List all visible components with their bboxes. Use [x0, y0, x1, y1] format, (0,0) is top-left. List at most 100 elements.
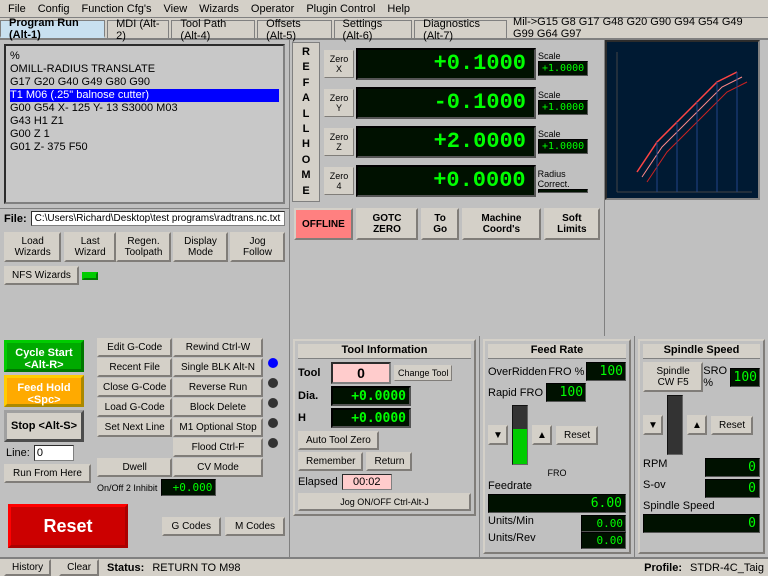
spindle-reset-btn[interactable]: Reset	[711, 416, 753, 435]
menu-plugin-control[interactable]: Plugin Control	[300, 2, 381, 16]
sov-label: S-ov	[643, 479, 666, 498]
dro-a-display: +0.0000	[356, 165, 536, 197]
spindle-speed-value: 0	[643, 514, 760, 533]
m1-optional-btn[interactable]: M1 Optional Stop	[173, 418, 262, 437]
change-tool-btn[interactable]: Change Tool	[394, 365, 452, 381]
reverse-run-btn[interactable]: Reverse Run	[173, 378, 262, 397]
tab-tool-path[interactable]: Tool Path (Alt-4)	[171, 20, 255, 38]
sro-label: SRO %	[703, 365, 729, 389]
close-gcode-btn[interactable]: Close G-Code	[97, 378, 172, 397]
dro-x-display: +0.1000	[356, 48, 536, 80]
3d-view	[605, 40, 760, 200]
nfs-active-indicator[interactable]	[82, 272, 98, 280]
tab-bar: Program Run (Alt-1) MDI (Alt-2) Tool Pat…	[0, 18, 768, 40]
last-wizard-btn[interactable]: Last Wizard	[64, 232, 116, 262]
jog-on-off-btn[interactable]: Jog ON/OFF Ctrl-Alt-J	[298, 493, 471, 511]
fro-reset-btn[interactable]: Reset	[556, 426, 598, 445]
tab-diagnostics[interactable]: Diagnostics (Alt-7)	[414, 20, 507, 38]
menu-config[interactable]: Config	[32, 2, 76, 16]
dro-y-display: -0.1000	[356, 87, 536, 119]
offline-btn[interactable]: OFFLINE	[294, 208, 353, 240]
cv-mode-btn[interactable]: CV Mode	[173, 458, 262, 477]
rewind-btn[interactable]: Rewind Ctrl-W	[173, 338, 262, 357]
menu-help[interactable]: Help	[381, 2, 416, 16]
units-rev-label: Units/Rev	[488, 532, 536, 549]
load-wizards-btn[interactable]: Load Wizards	[4, 232, 61, 262]
fro-up-btn[interactable]: ▲	[532, 425, 552, 445]
h-value: +0.0000	[331, 408, 411, 428]
status-label: Status:	[107, 562, 144, 574]
zero-z-btn[interactable]: ZeroZ	[324, 128, 354, 156]
elapsed-display: 00:02	[342, 474, 392, 490]
fro-down-btn[interactable]: ▼	[488, 425, 508, 445]
tab-program-run[interactable]: Program Run (Alt-1)	[0, 20, 105, 38]
flood-indicator	[268, 438, 278, 448]
recent-file-btn[interactable]: Recent File	[97, 358, 172, 377]
jog-follow-btn[interactable]: Jog Follow	[230, 232, 285, 262]
soft-limits-btn[interactable]: Soft Limits	[544, 208, 600, 240]
spindle-speed-label: Spindle Speed	[643, 500, 715, 512]
dro-z-row: ZeroZ +2.0000 Scale +1.0000	[322, 123, 600, 160]
h-label: H	[298, 412, 328, 424]
load-gcode-btn[interactable]: Load G-Code	[97, 398, 172, 417]
spindle-title: Spindle Speed	[643, 344, 760, 359]
menu-wizards[interactable]: Wizards	[193, 2, 245, 16]
stop-btn[interactable]: Stop <Alt-S>	[4, 410, 84, 442]
units-min-label: Units/Min	[488, 515, 534, 532]
zero-x-btn[interactable]: ZeroX	[324, 50, 354, 78]
cycle-start-btn[interactable]: Cycle Start <Alt-R>	[4, 340, 84, 372]
m-codes-btn[interactable]: M Codes	[225, 517, 285, 536]
rpm-label: RPM	[643, 458, 667, 477]
feed-hold-btn[interactable]: Feed Hold <Spc>	[4, 375, 84, 407]
status-text: RETURN TO M98	[152, 562, 636, 574]
set-next-line-btn[interactable]: Set Next Line	[97, 418, 172, 437]
m1-indicator	[268, 418, 278, 428]
menu-file[interactable]: File	[2, 2, 32, 16]
gcode-display: % OMILL-RADIUS TRANSLATE G17 G20 G40 G49…	[4, 44, 285, 204]
dwell-btn[interactable]: Dwell	[97, 458, 172, 477]
gcode-line: G01 Z- 375 F50	[10, 141, 279, 154]
nfs-wizards-btn[interactable]: NFS Wizards	[4, 266, 79, 285]
edit-gcode-btn[interactable]: Edit G-Code	[97, 338, 172, 357]
clear-btn[interactable]: Clear	[59, 559, 99, 576]
wizard-buttons: Load Wizards Last Wizard	[4, 232, 116, 262]
dro-y-row: ZeroY -0.1000 Scale +1.0000	[322, 84, 600, 121]
spindle-up-btn[interactable]: ▲	[687, 415, 707, 435]
menu-view[interactable]: View	[158, 2, 194, 16]
zero-y-btn[interactable]: ZeroY	[324, 89, 354, 117]
g-codes-btn[interactable]: G Codes	[162, 517, 221, 536]
file-path-row: File:	[0, 208, 289, 228]
menu-operator[interactable]: Operator	[245, 2, 300, 16]
regen-toolpath-btn[interactable]: Regen. Toolpath	[116, 232, 171, 262]
auto-tool-zero-btn[interactable]: Auto Tool Zero	[298, 431, 379, 450]
tab-codes[interactable]: Mil->G15 G8 G17 G48 G20 G90 G94 G54 G49 …	[509, 18, 768, 38]
action-buttons-row: OFFLINE GOTC ZERO To Go Machine Coord's …	[290, 206, 604, 242]
block-delete-btn[interactable]: Block Delete	[173, 398, 262, 417]
return-btn[interactable]: Return	[366, 452, 412, 471]
machine-coords-btn[interactable]: Machine Coord's	[462, 208, 541, 240]
menu-function-cfg[interactable]: Function Cfg's	[76, 2, 158, 16]
reset-btn[interactable]: Reset	[8, 504, 128, 548]
tab-mdi[interactable]: MDI (Alt-2)	[107, 20, 169, 38]
file-path-input[interactable]	[31, 211, 285, 226]
feedrate-value: 6.00	[488, 494, 626, 513]
display-mode-btn[interactable]: Display Mode	[173, 232, 228, 262]
spindle-down-btn[interactable]: ▼	[643, 415, 663, 435]
line-value: 0	[34, 445, 74, 461]
run-from-here-btn[interactable]: Run From Here	[4, 464, 91, 483]
tab-offsets[interactable]: Offsets (Alt-5)	[257, 20, 331, 38]
tool-info-title: Tool Information	[298, 344, 471, 359]
remember-btn[interactable]: Remember	[298, 452, 363, 471]
to-go-btn[interactable]: To Go	[421, 208, 459, 240]
gcode-line: G17 G20 G40 G49 G80 G90	[10, 76, 279, 89]
dro-z-display: +2.0000	[356, 126, 536, 158]
zero-a-btn[interactable]: Zero4	[324, 167, 354, 195]
spindle-cw-btn[interactable]: Spindle CW F5	[643, 362, 703, 392]
goto-zero-btn[interactable]: GOTC ZERO	[356, 208, 418, 240]
tab-settings[interactable]: Settings (Alt-6)	[334, 20, 413, 38]
single-blk-btn[interactable]: Single BLK Alt-N	[173, 358, 262, 377]
rapid-fro-label: Rapid FRO	[488, 387, 543, 399]
ref-all-home-label: R E F A L L H O M E	[292, 42, 320, 202]
history-btn[interactable]: History	[4, 559, 51, 576]
flood-btn[interactable]: Flood Ctrl-F	[173, 438, 262, 457]
